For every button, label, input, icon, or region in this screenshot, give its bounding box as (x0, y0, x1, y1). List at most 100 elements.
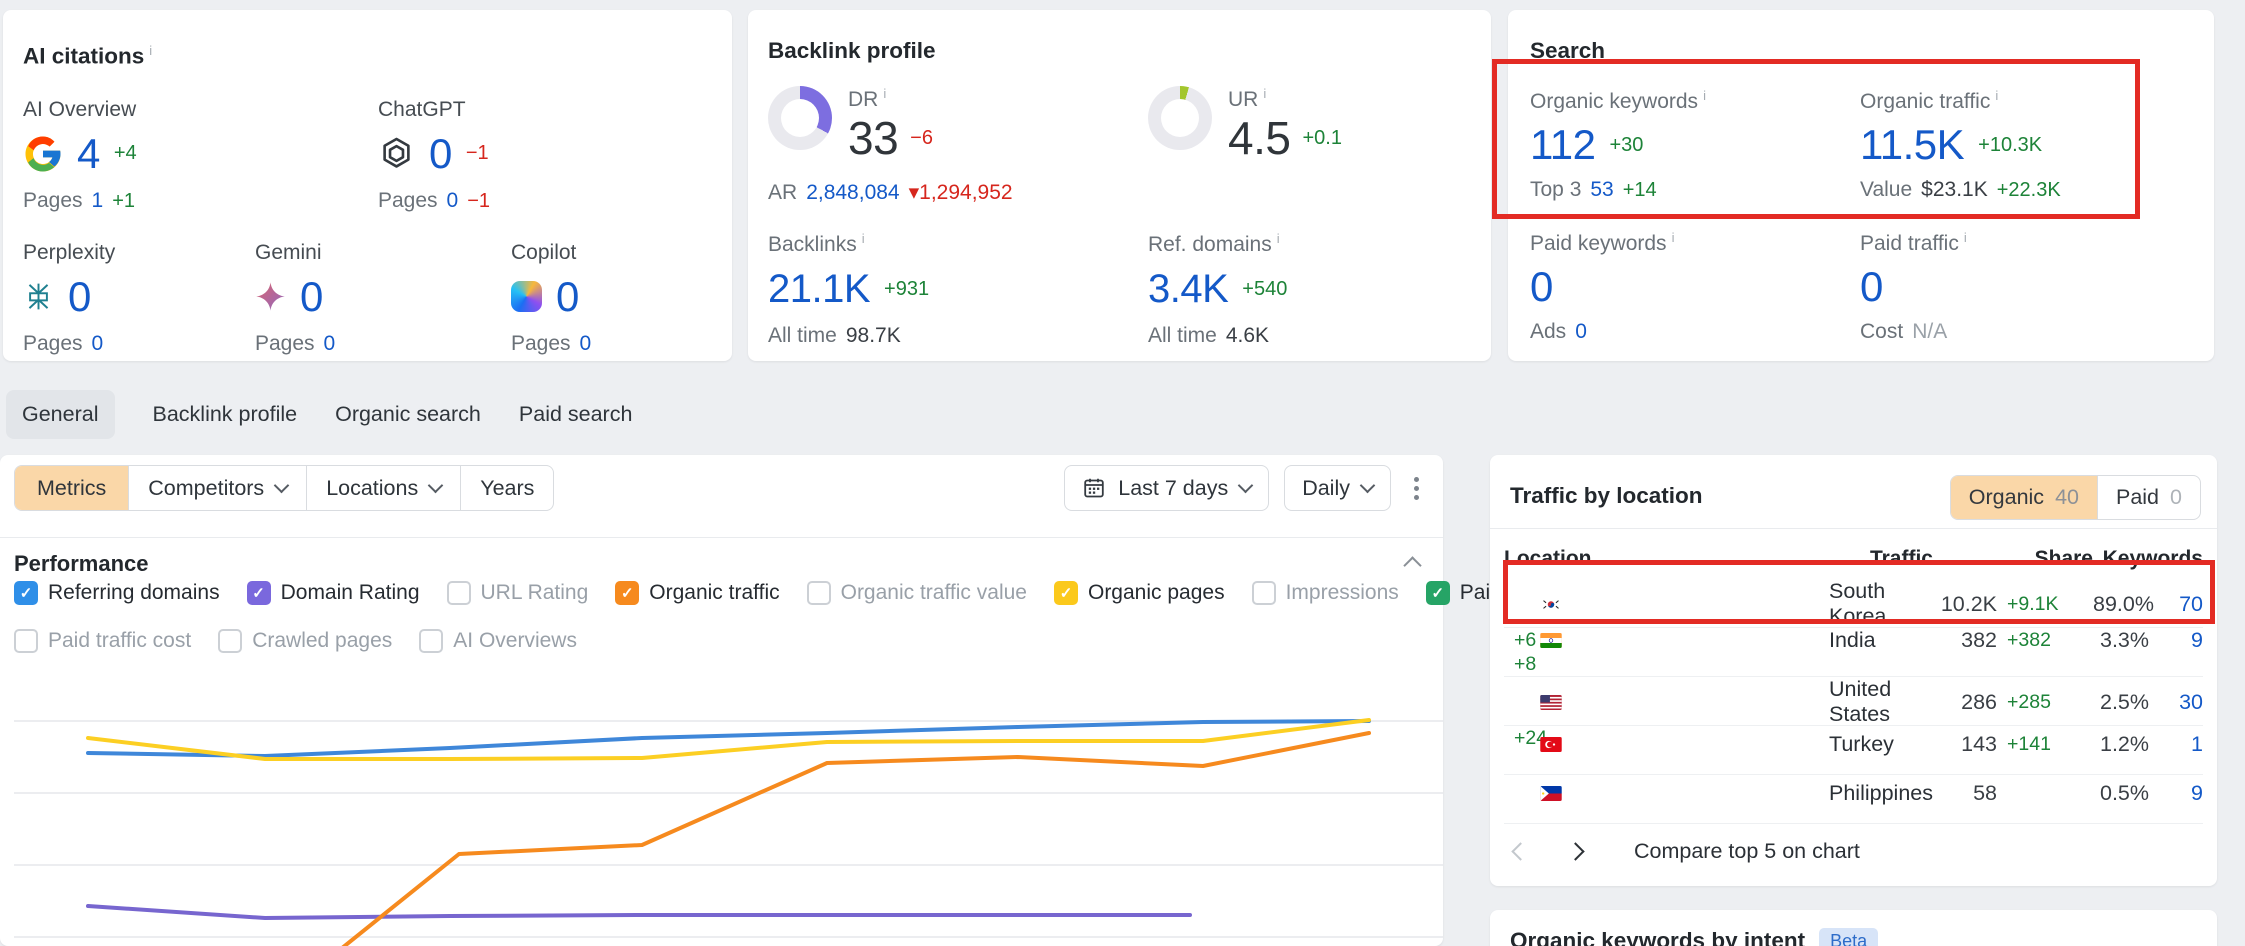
info-icon[interactable]: i (1263, 86, 1266, 101)
tab-backlink-profile[interactable]: Backlink profile (153, 402, 298, 427)
toggle-paid[interactable]: Paid0 (2097, 476, 2200, 519)
traffic-row-south-korea[interactable]: South Korea10.2K+9.1K89.0%70+6 (1504, 579, 2203, 628)
next-page-icon[interactable] (1566, 842, 1584, 860)
info-icon[interactable]: i (149, 43, 152, 58)
chevron-down-icon (274, 478, 290, 494)
traffic-header-divider (1490, 528, 2217, 529)
traffic-delta: +382 (1997, 629, 2093, 652)
copilot-icon (511, 281, 542, 312)
chatgpt-pages-value[interactable]: 0 (447, 189, 459, 213)
traffic-row-india[interactable]: India382+3823.3%9+8 (1504, 628, 2203, 677)
checkbox-organic-pages[interactable]: ✓Organic pages (1054, 581, 1225, 605)
keywords-value[interactable]: 9 (2149, 628, 2203, 653)
info-icon[interactable]: i (1703, 88, 1706, 103)
unchecked-icon (14, 629, 38, 653)
search-card: Search Organic keywordsi 112+30 Top 353+… (1508, 10, 2214, 361)
keywords-by-intent-card: Organic keywords by intent Beta (1490, 910, 2217, 946)
ur-label: URi (1228, 86, 1342, 112)
ahrefs-rank-value[interactable]: 2,848,084 (806, 181, 899, 205)
gemini-value[interactable]: 0 (300, 273, 323, 321)
organic-traffic-value[interactable]: 11.5K (1860, 121, 1964, 169)
traffic-delta: +9.1K (1997, 593, 2093, 616)
keywords-value[interactable]: 9 (2149, 781, 2203, 806)
traffic-row-united-states[interactable]: United States286+2852.5%30+24 (1504, 677, 2203, 726)
keywords-value[interactable]: 1 (2149, 732, 2203, 757)
ref-domains-value[interactable]: 3.4K (1148, 267, 1228, 312)
performance-line-chart (14, 690, 1443, 946)
ai-overview-value[interactable]: 4 (77, 130, 100, 178)
checked-icon: ✓ (1426, 581, 1450, 605)
tab-organic-search[interactable]: Organic search (335, 402, 481, 427)
previous-page-icon[interactable] (1511, 842, 1529, 860)
keywords-by-intent-title: Organic keywords by intent (1510, 926, 1805, 946)
perplexity-pages-value[interactable]: 0 (92, 332, 104, 356)
more-options-button[interactable] (1406, 477, 1427, 500)
india-flag-icon (1540, 633, 1823, 648)
organic-keywords-value[interactable]: 112 (1530, 121, 1595, 169)
share-value: 2.5% (2093, 690, 2149, 715)
info-icon[interactable]: i (1964, 230, 1967, 245)
granularity-dropdown[interactable]: Daily (1284, 465, 1391, 511)
checkbox-impressions[interactable]: Impressions (1252, 581, 1399, 605)
competitors-dropdown[interactable]: Competitors (128, 466, 306, 510)
chatgpt-value[interactable]: 0 (429, 130, 452, 178)
google-icon (23, 134, 63, 174)
ads-value[interactable]: 0 (1575, 320, 1587, 344)
copilot-pages-value[interactable]: 0 (580, 332, 592, 356)
checkbox-paid-traffic-cost[interactable]: Paid traffic cost (14, 629, 191, 653)
paid-keywords-value[interactable]: 0 (1530, 263, 1553, 311)
backlink-profile-title: Backlink profile (768, 36, 1471, 66)
metrics-button[interactable]: Metrics (15, 466, 128, 510)
checkbox-url-rating[interactable]: URL Rating (447, 581, 589, 605)
traffic-row-philippines[interactable]: Philippines580.5%9 (1504, 775, 2203, 824)
series-organic-pages (88, 720, 1369, 759)
years-button[interactable]: Years (460, 466, 553, 510)
checkbox-referring-domains[interactable]: ✓Referring domains (14, 581, 220, 605)
traffic-delta: +141 (1997, 733, 2093, 756)
search-title: Search (1530, 36, 2192, 66)
collapse-section-icon[interactable] (1403, 556, 1421, 574)
ai-citations-title: AI citationsi (23, 36, 712, 72)
keywords-value[interactable]: 30 (2149, 690, 2203, 715)
location-name: South Korea (1823, 579, 1933, 629)
tab-paid-search[interactable]: Paid search (519, 402, 633, 427)
south-korea-flag-icon (1540, 597, 1823, 612)
traffic-value: 382 (1933, 628, 1997, 653)
compare-top5-link[interactable]: Compare top 5 on chart (1634, 839, 1860, 864)
toolbar-divider (0, 537, 1443, 538)
info-icon[interactable]: i (1995, 88, 1998, 103)
ai-overview-delta: +4 (114, 142, 137, 165)
ai-overview-pages-value[interactable]: 1 (92, 189, 104, 213)
gemini-metric: Gemini 0 Pages 0 (255, 241, 511, 356)
tab-general[interactable]: General (6, 390, 115, 439)
paid-traffic-value[interactable]: 0 (1860, 263, 1883, 311)
copilot-value[interactable]: 0 (556, 273, 579, 321)
location-name: India (1823, 628, 1933, 653)
checkbox-organic-traffic[interactable]: ✓Organic traffic (615, 581, 779, 605)
checkbox-domain-rating[interactable]: ✓Domain Rating (247, 581, 420, 605)
top3-value[interactable]: 53 (1590, 178, 1613, 202)
unchecked-icon (419, 629, 443, 653)
ref-domains-metric: Ref. domainsi 3.4K+540 All time4.6K (1148, 231, 1471, 348)
date-range-dropdown[interactable]: Last 7 days (1064, 465, 1269, 511)
organic-traffic-metric: Organic traffici 11.5K+10.3K Value$23.1K… (1860, 88, 2192, 202)
info-icon[interactable]: i (1277, 231, 1280, 246)
unchecked-icon (807, 581, 831, 605)
checkbox-organic-traffic-value[interactable]: Organic traffic value (807, 581, 1027, 605)
info-icon[interactable]: i (1672, 230, 1675, 245)
keywords-value[interactable]: 70 (2149, 592, 2203, 617)
locations-dropdown[interactable]: Locations (306, 466, 460, 510)
toggle-organic[interactable]: Organic40 (1951, 476, 2097, 519)
gemini-pages-value[interactable]: 0 (324, 332, 336, 356)
info-icon[interactable]: i (883, 86, 886, 101)
perplexity-icon (23, 281, 54, 312)
checkbox-crawled-pages[interactable]: Crawled pages (218, 629, 392, 653)
checkbox-ai-overviews[interactable]: AI Overviews (419, 629, 577, 653)
info-icon[interactable]: i (862, 231, 865, 246)
perplexity-value[interactable]: 0 (68, 273, 91, 321)
ai-citations-card: AI citationsi AI Overview 4 +4 Pages 1 +… (3, 10, 732, 361)
traffic-row-turkey[interactable]: Turkey143+1411.2%1 (1504, 726, 2203, 775)
paid-keywords-metric: Paid keywordsi 0 Ads0 (1530, 230, 1860, 344)
backlinks-value[interactable]: 21.1K (768, 267, 870, 312)
traffic-table-rows: South Korea10.2K+9.1K89.0%70+6India382+3… (1504, 579, 2203, 824)
